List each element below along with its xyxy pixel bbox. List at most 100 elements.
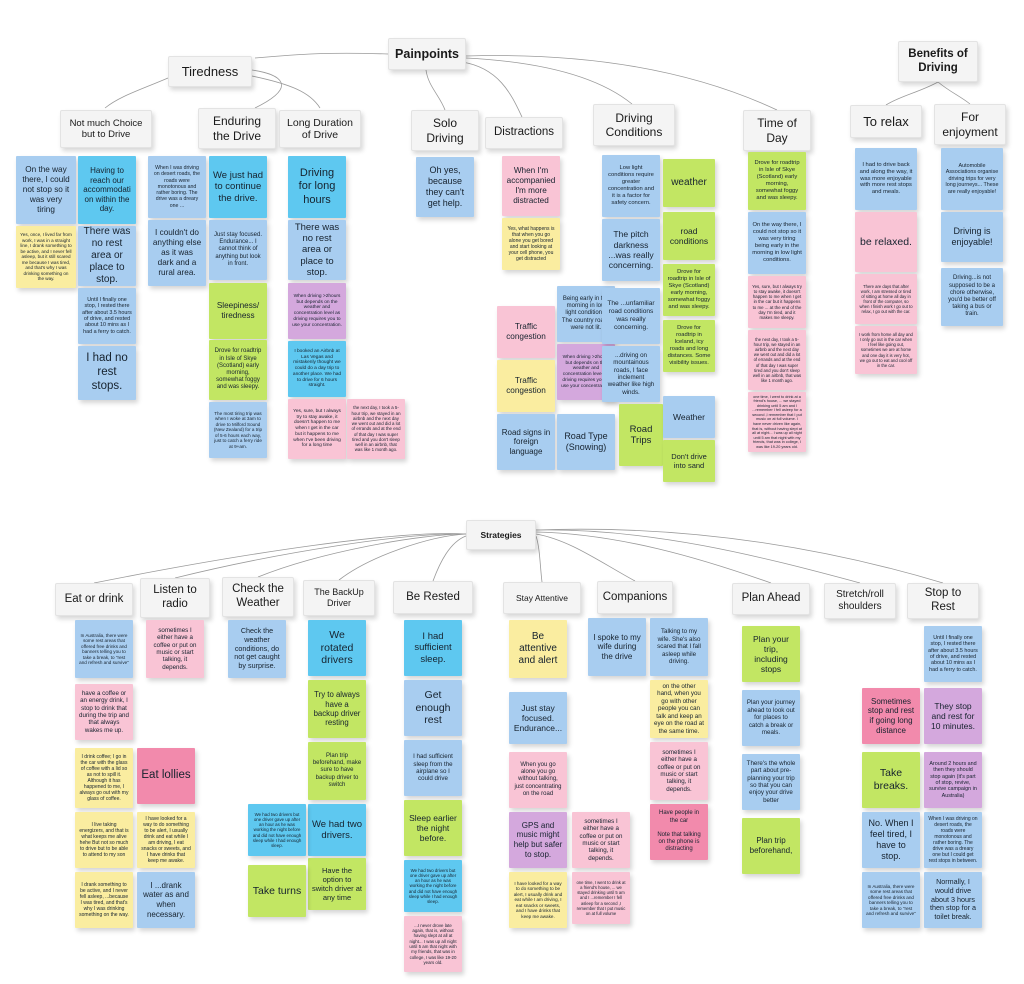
sticky-note[interactable]: Check the weather conditions, do not get…: [228, 620, 286, 678]
sticky-note[interactable]: No. When I feel tired, I have to stop.: [862, 812, 920, 868]
sticky-note[interactable]: We had two drivers.: [308, 804, 366, 856]
sticky-note[interactable]: Road Trips: [619, 404, 663, 466]
sticky-note[interactable]: Get enough rest: [404, 680, 462, 736]
sticky-note[interactable]: the next day, I took a 5-hour trip, we s…: [748, 330, 806, 390]
sticky-note[interactable]: We had two drivers but one driver gave u…: [248, 804, 306, 856]
sticky-note[interactable]: Sleep earlier the night before.: [404, 800, 462, 856]
sticky-note[interactable]: Take turns: [248, 865, 306, 917]
sticky-note[interactable]: Have people in the car Note that talking…: [650, 804, 708, 860]
sticky-note[interactable]: one time, I went to drink at a friend's …: [748, 392, 806, 452]
sticky-note[interactable]: Until I finally one stop, I rested there…: [78, 288, 136, 344]
sticky-note[interactable]: Traffic congestion: [497, 306, 555, 358]
sticky-note[interactable]: I had no rest stops.: [78, 346, 136, 400]
sticky-note[interactable]: Sometimes stop and rest if going long di…: [862, 688, 920, 744]
sticky-note[interactable]: When I was driving on desert roads, the …: [148, 156, 206, 218]
sticky-note[interactable]: Yes, what happens is that when you go al…: [502, 218, 560, 270]
category-header-solo-driving[interactable]: Solo Driving: [411, 110, 479, 151]
category-header-enduring-the-drive[interactable]: Enduring the Drive: [198, 108, 276, 149]
sticky-note[interactable]: Try to always have a backup driver resti…: [308, 680, 366, 738]
sticky-note[interactable]: I live taking energizers, and that is wh…: [75, 812, 133, 868]
sticky-note[interactable]: The most tiring trip was when I woke at …: [209, 402, 267, 458]
sticky-note[interactable]: be relaxed.: [855, 212, 917, 272]
category-header-long-duration[interactable]: Long Duration of Drive: [279, 110, 361, 148]
sticky-note[interactable]: Just stay focused. Endurance...: [509, 692, 567, 744]
category-header-time-of-day[interactable]: Time of Day: [743, 110, 811, 151]
sticky-note[interactable]: Normally, I would drive about 3 hours th…: [924, 872, 982, 928]
category-header-stay-attentive[interactable]: Stay Attentive: [503, 582, 581, 614]
sticky-note[interactable]: I couldn't do anything else as it was da…: [148, 220, 206, 286]
sticky-note[interactable]: Drove for roadtrip in Isle of Skye (Scot…: [663, 264, 715, 316]
sticky-note[interactable]: road conditions: [663, 212, 715, 260]
sticky-note[interactable]: Plan your journey ahead to look out for …: [742, 690, 800, 746]
category-header-tiredness[interactable]: Tiredness: [168, 56, 252, 87]
sticky-note[interactable]: the next day, I took a 5-hour trip, we s…: [347, 399, 405, 459]
sticky-note[interactable]: Oh yes, because they can't get help.: [416, 157, 474, 217]
category-header-driving-conditions[interactable]: Driving Conditions: [593, 104, 675, 146]
sticky-note[interactable]: On the way there, I could not stop so it…: [16, 156, 76, 224]
sticky-note[interactable]: Have the option to switch driver at any …: [308, 858, 366, 910]
root-node-strategies[interactable]: Strategies: [466, 520, 536, 550]
sticky-note[interactable]: Traffic congestion: [497, 360, 555, 412]
sticky-note[interactable]: weather: [663, 159, 715, 207]
sticky-note[interactable]: Eat lollies: [137, 748, 195, 804]
sticky-note[interactable]: Don't drive into sand: [663, 440, 715, 482]
sticky-note[interactable]: I drank something to be active, and I ne…: [75, 872, 133, 928]
sticky-note[interactable]: There's the whole part about pre-plannin…: [742, 754, 800, 810]
sticky-note[interactable]: Driving...is not supposed to be a chore …: [941, 268, 1003, 326]
sticky-note[interactable]: Yes, sure, but I always try to stay awak…: [288, 399, 346, 459]
sticky-note[interactable]: Plan trip beforehand,: [742, 818, 800, 874]
sticky-note[interactable]: Until I finally one stop, I rested there…: [924, 626, 982, 682]
sticky-note[interactable]: Sleepiness/ tiredness: [209, 283, 267, 339]
sticky-note[interactable]: I ...drank water as and when necessary.: [137, 872, 195, 928]
category-header-stretch-roll-shoulders[interactable]: Stretch/roll shoulders: [824, 583, 896, 619]
sticky-note[interactable]: ...driving on mountainous roads, I face …: [602, 346, 660, 402]
sticky-note[interactable]: Weather: [663, 396, 715, 438]
sticky-note[interactable]: Yes, once, I lived far from work, I was …: [16, 226, 76, 288]
sticky-note[interactable]: on the other hand, when you go with othe…: [650, 680, 708, 738]
sticky-note[interactable]: When I was driving on desert roads, the …: [924, 812, 982, 868]
sticky-note[interactable]: Drove for roadtrip in Isle of Skye (Scot…: [209, 340, 267, 400]
sticky-note[interactable]: In Australia, there were some rest areas…: [862, 872, 920, 928]
category-header-distractions[interactable]: Distractions: [485, 117, 563, 149]
sticky-note[interactable]: I drink coffee; I go in the car with the…: [75, 748, 133, 808]
sticky-note[interactable]: Drove for roadtrip in Iceland, icy roads…: [663, 320, 715, 372]
sticky-note[interactable]: Around 2 hours and then they should stop…: [924, 752, 982, 808]
category-header-the-backup-driver[interactable]: The BackUp Driver: [303, 580, 375, 616]
sticky-note[interactable]: I have looked for a way to do something …: [137, 812, 195, 868]
sticky-note[interactable]: There was no rest area or place to stop.: [78, 226, 136, 286]
sticky-note[interactable]: On the way there, I could not stop so it…: [748, 212, 806, 274]
sticky-note[interactable]: We rotated drivers: [308, 620, 366, 676]
sticky-note[interactable]: In Australia, there were some rest areas…: [75, 620, 133, 678]
sticky-note[interactable]: Talking to my wife. She's also scared th…: [650, 618, 708, 676]
sticky-note[interactable]: I work from home all day and I only go o…: [855, 326, 917, 374]
sticky-note[interactable]: sometimes I either have a coffee or put …: [650, 742, 708, 800]
sticky-note[interactable]: Plan trip beforehand, make sure to have …: [308, 742, 366, 800]
category-header-for-enjoyment[interactable]: For enjoyment: [934, 104, 1006, 145]
sticky-note[interactable]: Yes, sure, but I always try to stay awak…: [748, 276, 806, 328]
root-node-benefits[interactable]: Benefits of Driving: [898, 41, 978, 82]
sticky-note[interactable]: I spoke to my wife during the drive: [588, 618, 646, 676]
root-node-painpoints[interactable]: Painpoints: [388, 38, 466, 70]
sticky-note[interactable]: I had to drive back and along the way, i…: [855, 148, 917, 210]
sticky-note[interactable]: Having to reach our accommodation within…: [78, 156, 136, 224]
sticky-note[interactable]: I have looked for a way to do something …: [509, 872, 567, 928]
sticky-note[interactable]: Road signs in foreign language: [497, 414, 555, 470]
sticky-note[interactable]: When driving >2hours but depends on the …: [288, 283, 346, 339]
sticky-note[interactable]: GPS and music might help but safer to st…: [509, 812, 567, 868]
category-header-not-much-choice[interactable]: Not much Choice but to Drive: [60, 110, 152, 148]
sticky-note[interactable]: Low light conditions require greater con…: [602, 155, 660, 217]
sticky-note[interactable]: Road Type (Snowing): [557, 414, 615, 470]
sticky-note[interactable]: We just had to continue the drive.: [209, 156, 267, 218]
category-header-companions[interactable]: Companions: [597, 581, 673, 614]
sticky-note[interactable]: Drove for roadtrip in Isle of Skye (Scot…: [748, 152, 806, 210]
category-header-to-relax[interactable]: To relax: [850, 105, 922, 138]
sticky-note[interactable]: Be attentive and alert: [509, 620, 567, 678]
category-header-eat-or-drink[interactable]: Eat or drink: [55, 583, 133, 616]
category-header-listen-to-radio[interactable]: Listen to radio: [140, 578, 210, 618]
sticky-note[interactable]: Take breaks.: [862, 752, 920, 808]
sticky-note[interactable]: Just stay focused. Endurance... I cannot…: [209, 220, 267, 280]
category-header-plan-ahead[interactable]: Plan Ahead: [732, 583, 810, 615]
sticky-note[interactable]: one time, I went to drink at a friend's …: [572, 872, 630, 924]
sticky-note[interactable]: I booked an Airbnb at Las Vegas and mist…: [288, 341, 346, 397]
sticky-note[interactable]: When I'm accompanied I'm more distracted: [502, 156, 560, 216]
